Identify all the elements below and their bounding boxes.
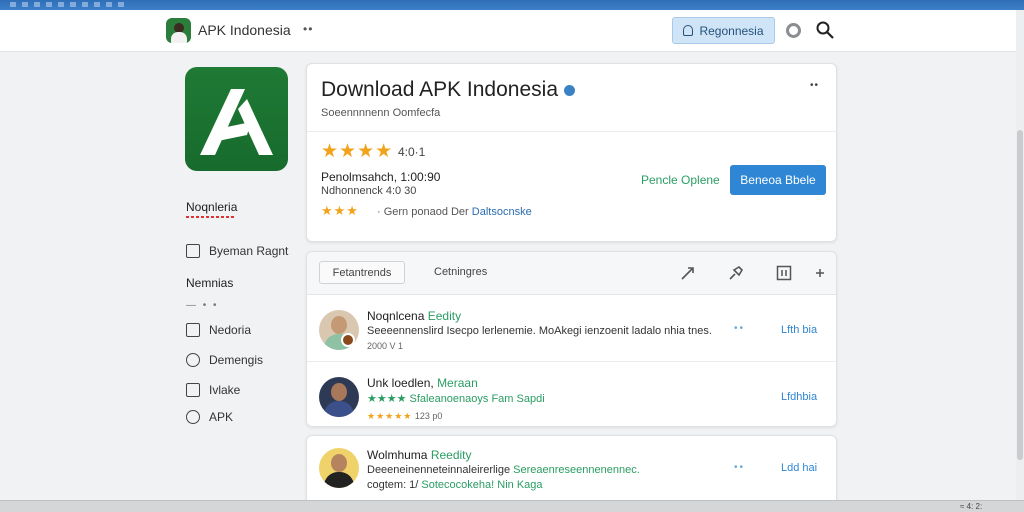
review-text-link[interactable]: Sereaenreseennenennec. — [513, 464, 640, 476]
review-meta: ★★★★★ 123 p0 — [367, 411, 442, 422]
review-more-icon[interactable]: •• — [734, 462, 745, 473]
page-title-text: Download APK Indonesia — [321, 78, 558, 101]
review-stars: ★★★★★ — [367, 411, 413, 421]
reviews-card: Fetantrends Cetningres Noqnlcena Eedity … — [306, 251, 837, 427]
rating-value: 4:0·1 — [398, 145, 426, 159]
reviewer-tag: Reedity — [430, 448, 472, 462]
os-title-bar — [0, 0, 1024, 10]
sidebar-heading: Nemnias — [186, 276, 234, 290]
reviews-link[interactable]: Daltsocnske — [472, 206, 532, 218]
scrollbar-thumb[interactable] — [1017, 130, 1023, 460]
app-info-line-2: Ndhonnenck 4:0 30 — [321, 185, 417, 197]
reviewer-avatar — [319, 448, 359, 488]
review-text-link[interactable]: ★★★★ Sfaleanoenaoys Fam Sapdi — [367, 393, 545, 405]
review-text-main: Deeeneinenneteinnaleirerlige — [367, 464, 511, 476]
review-text: Deeeneinenneteinnaleirerlige Sereaenrese… — [367, 464, 640, 476]
hero-divider — [307, 131, 838, 132]
rating-stars-small: ★★★ — [321, 203, 359, 218]
sidebar-item-label: Ivlake — [209, 383, 241, 397]
reviewer-badge-icon — [341, 333, 355, 347]
app-logo-large-icon — [185, 67, 288, 171]
review-link[interactable]: Ldd hai — [781, 462, 817, 474]
review-meta-text: 123 p0 — [414, 411, 443, 421]
app-header: APK Indonesia •• Regonnesia — [0, 10, 1016, 52]
reviewer-name-text: Unk loedlen, — [367, 376, 434, 390]
review-meta-text: cogtem: 1/ — [367, 479, 419, 491]
sidebar-item-label: Nedoria — [209, 323, 252, 337]
sidebar-item-label: Byeman Ragnt — [209, 244, 289, 258]
reviewer-name-text: Wolmhuma — [367, 448, 428, 462]
sidebar-item-label: Demengis — [209, 353, 264, 367]
sidebar-item-byeman[interactable]: Byeman Ragnt — [186, 244, 288, 258]
reviews-summary-text: · Gern ponaod Der — [377, 206, 469, 218]
app-logo-icon[interactable] — [166, 18, 191, 43]
search-icon[interactable] — [816, 21, 834, 39]
review-link[interactable]: Lfdhbia — [781, 391, 817, 403]
download-button[interactable]: Beneoa Bbele — [730, 165, 826, 195]
comment-icon — [186, 410, 200, 424]
reviewer-avatar — [319, 377, 359, 417]
review-row[interactable]: Noqnlcena Eedity Seeeennenslird Isecpo l… — [307, 295, 836, 360]
reviews-tabbar: Fetantrends Cetningres — [307, 252, 836, 295]
sidebar-title-underline — [186, 216, 234, 218]
sidebar-item-ivlake[interactable]: Ivlake — [186, 383, 240, 397]
app-hero-card: Download APK Indonesia Soeennnnenn Oomfe… — [306, 63, 838, 242]
tab-settings[interactable]: Cetningres — [434, 266, 487, 278]
os-taskbar: ≈ 4: 2: — [0, 500, 1024, 512]
reviewer-name: Unk loedlen, Meraan — [367, 376, 478, 390]
sidebar-dots: — • • — [186, 300, 219, 311]
bell-icon — [683, 25, 694, 36]
reviews-summary: · Gern ponaod Der Daltsocnske — [377, 206, 532, 218]
review-row[interactable]: Unk loedlen, Meraan ★★★★ Sfaleanoenaoys … — [307, 361, 836, 426]
review-text: Seeeennenslird Isecpo lerlenemie. MoAkeg… — [367, 325, 712, 337]
sidebar-item-demengis[interactable]: Demengis — [186, 353, 263, 367]
reviewer-tag: Meraan — [437, 376, 478, 390]
rating-stars: ★★★★ — [321, 141, 394, 162]
settings-gear-icon[interactable] — [786, 23, 801, 38]
app-info-line-1: Penolmsahch, 1:00:90 — [321, 170, 441, 184]
hero-more-icon[interactable]: •• — [810, 80, 819, 91]
reviewer-name: Noqnlcena Eedity — [367, 309, 461, 323]
reviewer-tag: Eedity — [427, 309, 462, 323]
review-more-icon[interactable]: •• — [734, 323, 745, 334]
review-meta: 2000 V 1 — [367, 341, 404, 351]
sidebar-item-label: APK — [209, 410, 234, 424]
grid-icon[interactable] — [775, 264, 793, 282]
calendar-icon — [186, 323, 200, 337]
review-meta-link[interactable]: Sotecocokeha! Nin Kaga — [421, 479, 542, 491]
review-link[interactable]: Lfth bia — [781, 324, 817, 336]
page-subtitle: Soeennnnenn Oomfecfa — [321, 107, 441, 119]
reviewer-name: Wolmhuma Reedity — [367, 448, 472, 462]
edit-icon — [186, 244, 200, 258]
app-name[interactable]: APK Indonesia — [198, 22, 291, 38]
reviewer-name-text: Noqnlcena — [367, 309, 425, 323]
secondary-action-button[interactable]: Pencle Oplene — [641, 173, 720, 187]
share-icon[interactable] — [679, 264, 697, 282]
system-tray[interactable]: ≈ 4: 2: — [960, 502, 982, 511]
sidebar-title: Noqnleria — [186, 200, 238, 214]
add-icon[interactable] — [811, 264, 829, 282]
register-button[interactable]: Regonnesia — [672, 17, 775, 44]
header-more-icon[interactable]: •• — [303, 22, 313, 36]
sidebar-item-apk[interactable]: APK — [186, 410, 233, 424]
os-title-decoration — [10, 2, 130, 7]
mail-icon — [186, 383, 200, 397]
pin-icon[interactable] — [727, 264, 745, 282]
review-card: Wolmhuma Reedity Deeeneinenneteinnaleire… — [306, 435, 837, 505]
page-title: Download APK Indonesia — [321, 78, 575, 102]
register-button-label: Regonnesia — [699, 23, 764, 38]
tab-trends[interactable]: Fetantrends — [319, 261, 405, 284]
review-text: ★★★★ Sfaleanoenaoys Fam Sapdi — [367, 392, 545, 405]
verified-badge-icon — [564, 84, 575, 96]
review-meta: cogtem: 1/ Sotecocokeha! Nin Kaga — [367, 479, 543, 491]
sidebar-item-nedoria[interactable]: Nedoria — [186, 323, 251, 337]
chat-icon — [186, 353, 200, 367]
